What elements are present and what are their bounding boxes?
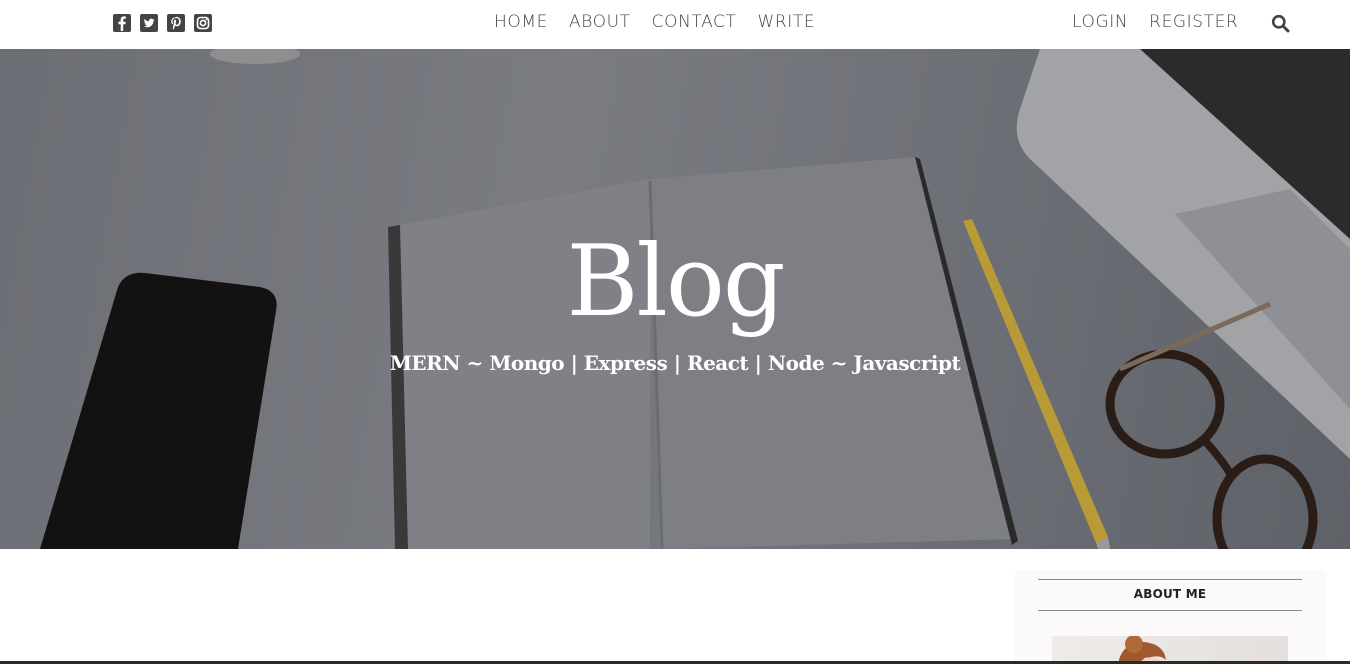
search-icon[interactable]: [1271, 14, 1290, 33]
login-link[interactable]: LOGIN: [1072, 12, 1128, 32]
nav-contact-link[interactable]: CONTACT: [652, 12, 737, 32]
hero-banner: Blog MERN ~ Mongo | Express | React | No…: [0, 49, 1350, 549]
main-nav: HOME ABOUT CONTACT WRITE: [494, 12, 815, 32]
about-me-image: [1052, 636, 1288, 664]
nav-write-link[interactable]: WRITE: [757, 12, 815, 32]
hero-title: Blog: [566, 225, 785, 339]
auth-nav: LOGIN REGISTER: [1072, 12, 1238, 32]
pinterest-icon[interactable]: [167, 14, 185, 32]
instagram-icon[interactable]: [194, 14, 212, 32]
nav-about-link[interactable]: ABOUT: [569, 12, 631, 32]
sidebar-title-divider-bottom: [1038, 610, 1302, 611]
hero-subtitle: MERN ~ Mongo | Express | React | Node ~ …: [389, 351, 961, 375]
social-icons: [113, 14, 212, 32]
nav-home-link[interactable]: HOME: [494, 12, 548, 32]
top-navbar: HOME ABOUT CONTACT WRITE LOGIN REGISTER: [0, 0, 1350, 49]
sidebar-title-divider-top: [1038, 579, 1302, 580]
register-link[interactable]: REGISTER: [1149, 12, 1238, 32]
facebook-icon[interactable]: [113, 14, 131, 32]
twitter-icon[interactable]: [140, 14, 158, 32]
sidebar: ABOUT ME: [1014, 570, 1327, 664]
sidebar-title: ABOUT ME: [1133, 587, 1207, 601]
